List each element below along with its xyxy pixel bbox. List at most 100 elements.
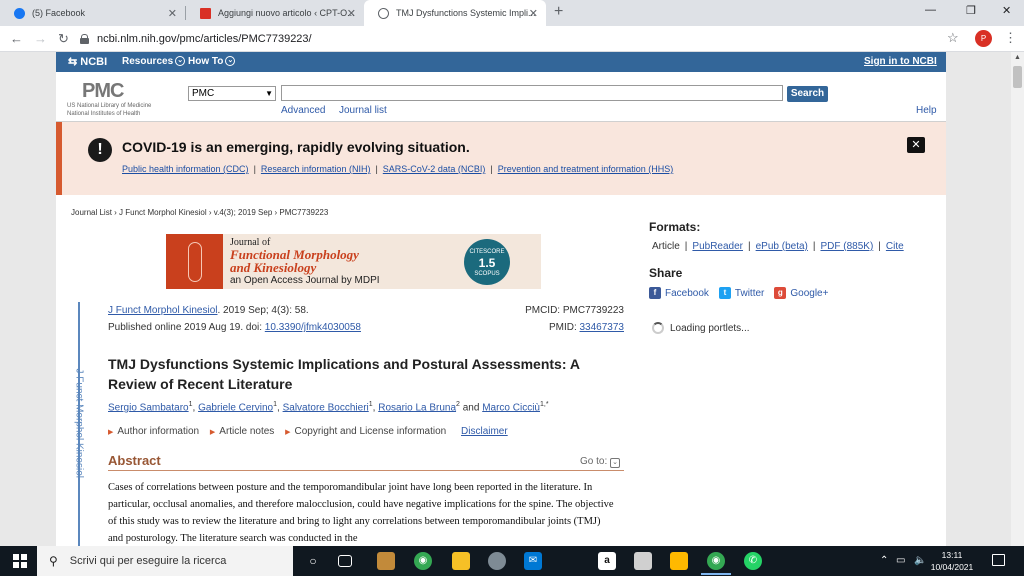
triangle-right-icon: ▶: [285, 429, 291, 436]
restore-icon[interactable]: ❐: [966, 4, 976, 17]
share-label: Google+: [790, 287, 829, 299]
web-viewport: ⇆ NCBI Resources ⌄ How To ⌄ Sign in to NCB…: [0, 52, 1024, 546]
notification-center-icon[interactable]: [992, 554, 1005, 566]
separator: |: [812, 241, 816, 252]
covid-link-hhs[interactable]: Prevention and treatment information (HH…: [498, 164, 674, 174]
share-heading: Share: [649, 266, 683, 280]
badge-bottom: SCOPUS: [474, 271, 500, 277]
menu-kebab-icon[interactable]: ⋮: [1004, 30, 1017, 46]
goto-menu[interactable]: Go to: ⌄: [580, 456, 621, 468]
separator: |: [748, 241, 751, 252]
taskbar-search[interactable]: ⚲ Scrivi qui per eseguire la ricerca: [37, 546, 293, 576]
facebook-icon: f: [649, 287, 661, 299]
share-facebook[interactable]: f Facebook: [649, 287, 709, 299]
author-link[interactable]: Salvatore Bocchieri: [283, 402, 369, 413]
settings-app-icon[interactable]: [488, 552, 506, 570]
profile-avatar[interactable]: P: [975, 30, 992, 47]
windows-start-icon[interactable]: [13, 554, 27, 568]
site-favicon-icon: [200, 7, 211, 19]
close-window-icon[interactable]: ✕: [1002, 4, 1011, 17]
reload-icon[interactable]: ↻: [58, 31, 69, 47]
tab-wordpress[interactable]: Aggiungi nuovo articolo ‹ CPT-O... ✕: [186, 0, 364, 26]
volume-icon[interactable]: 🔈: [914, 555, 926, 566]
nih-text: National Institutes of Health: [67, 111, 141, 117]
format-cite-link[interactable]: Cite: [886, 241, 904, 252]
formats-list: Article | PubReader | ePub (beta) | PDF (885K)…: [652, 241, 904, 252]
banner-figure-panel: [166, 234, 223, 289]
author-information-toggle[interactable]: ▶ Author information: [108, 426, 199, 437]
howto-label: How To: [188, 56, 224, 67]
author-link[interactable]: Gabriele Cervino: [198, 402, 273, 413]
photos-app-icon[interactable]: [377, 552, 395, 570]
doi-link[interactable]: 10.3390/jfmk4030058: [265, 322, 361, 333]
cortana-icon[interactable]: ○: [304, 552, 322, 570]
search-input[interactable]: [281, 85, 783, 101]
share-google-plus[interactable]: g Google+: [774, 287, 828, 299]
whatsapp-icon[interactable]: ✆: [744, 552, 762, 570]
author-affil: 1: [368, 401, 373, 408]
format-pdf-link[interactable]: PDF (885K): [820, 241, 873, 252]
resources-menu[interactable]: Resources ⌄: [122, 56, 186, 67]
advanced-link[interactable]: Advanced: [281, 105, 325, 116]
howto-menu[interactable]: How To ⌄: [188, 56, 236, 67]
scroll-up-icon[interactable]: ▲: [1014, 54, 1021, 61]
notes-app-icon[interactable]: [634, 552, 652, 570]
format-pubreader-link[interactable]: PubReader: [692, 241, 743, 252]
author-link[interactable]: Rosario La Bruna: [378, 402, 456, 413]
author-link[interactable]: Marco Cicciù: [482, 402, 540, 413]
bookmark-star-icon[interactable]: ☆: [947, 30, 959, 46]
abstract-body: Cases of correlations between posture an…: [108, 482, 614, 544]
close-banner-button[interactable]: ✕: [907, 137, 925, 153]
author-link[interactable]: Sergio Sambataro: [108, 402, 189, 413]
mail-icon[interactable]: ✉: [524, 552, 542, 570]
article-notes-toggle[interactable]: ▶ Article notes: [210, 426, 274, 437]
close-tab-icon[interactable]: ✕: [529, 7, 538, 20]
format-epub-link[interactable]: ePub (beta): [756, 241, 808, 252]
tab-title: TMJ Dysfunctions Systemic Impli...: [396, 8, 536, 18]
clock-time: 13:11: [941, 550, 963, 560]
chrome-running-icon[interactable]: ◉: [707, 552, 725, 570]
scroll-thumb[interactable]: [1013, 66, 1022, 88]
ncbi-logo[interactable]: ⇆ NCBI: [68, 55, 107, 68]
task-view-icon[interactable]: [338, 555, 352, 567]
database-select[interactable]: PMC ▼: [188, 86, 276, 101]
chrome-icon[interactable]: ◉: [414, 552, 432, 570]
search-button[interactable]: Search: [787, 86, 828, 102]
page-scrollbar[interactable]: ▲: [1011, 52, 1024, 546]
covid-link-nih[interactable]: Research information (NIH): [261, 164, 371, 174]
address-bar[interactable]: ncbi.nlm.nih.gov/pmc/articles/PMC7739223…: [80, 29, 970, 49]
file-explorer-icon[interactable]: [452, 552, 470, 570]
close-tab-icon[interactable]: ✕: [168, 7, 177, 20]
journal-link[interactable]: J Funct Morphol Kinesiol: [108, 305, 218, 316]
covid-link-cdc[interactable]: Public health information (CDC): [122, 164, 249, 174]
pmid-link[interactable]: 33467373: [580, 322, 625, 333]
journal-list-link[interactable]: Journal list: [339, 105, 387, 116]
breadcrumb[interactable]: Journal List › J Funct Morphol Kinesiol …: [71, 208, 328, 217]
taskbar-clock[interactable]: 13:11 10/04/2021: [930, 549, 974, 573]
amazon-icon[interactable]: a: [598, 552, 616, 570]
help-link[interactable]: Help: [916, 105, 937, 116]
covid-link-ncbi[interactable]: SARS-CoV-2 data (NCBI): [383, 164, 486, 174]
separator: |: [490, 164, 493, 174]
copyright-toggle[interactable]: ▶ Copyright and License information: [285, 426, 446, 437]
new-tab-button[interactable]: +: [554, 3, 563, 21]
journal-banner[interactable]: Journal of Functional Morphology and Kin…: [166, 234, 541, 289]
store-icon[interactable]: [670, 552, 688, 570]
tray-chevron-up-icon[interactable]: ⌃: [880, 555, 888, 566]
close-tab-icon[interactable]: ✕: [347, 7, 356, 20]
runner-figure-icon: [188, 242, 202, 282]
battery-icon[interactable]: ▭: [896, 555, 905, 566]
tab-facebook[interactable]: (5) Facebook ✕: [0, 0, 185, 26]
pmc-logo[interactable]: PMC: [82, 80, 124, 103]
tab-pmc-article[interactable]: TMJ Dysfunctions Systemic Impli... ✕: [364, 0, 546, 26]
share-twitter[interactable]: t Twitter: [718, 287, 764, 299]
minimize-icon[interactable]: —: [925, 4, 936, 16]
disclaimer-link[interactable]: Disclaimer: [461, 426, 508, 437]
pmid-line: PMID: 33467373: [524, 322, 624, 333]
forward-arrow-icon[interactable]: →: [34, 31, 47, 46]
issue-text: . 2019 Sep; 4(3): 58.: [217, 305, 309, 316]
chevron-down-icon: ⌄: [225, 56, 236, 67]
sign-in-link[interactable]: Sign in to NCBI: [864, 56, 937, 67]
back-arrow-icon[interactable]: ←: [10, 31, 23, 46]
nlm-text: US National Library of Medicine: [67, 103, 152, 109]
